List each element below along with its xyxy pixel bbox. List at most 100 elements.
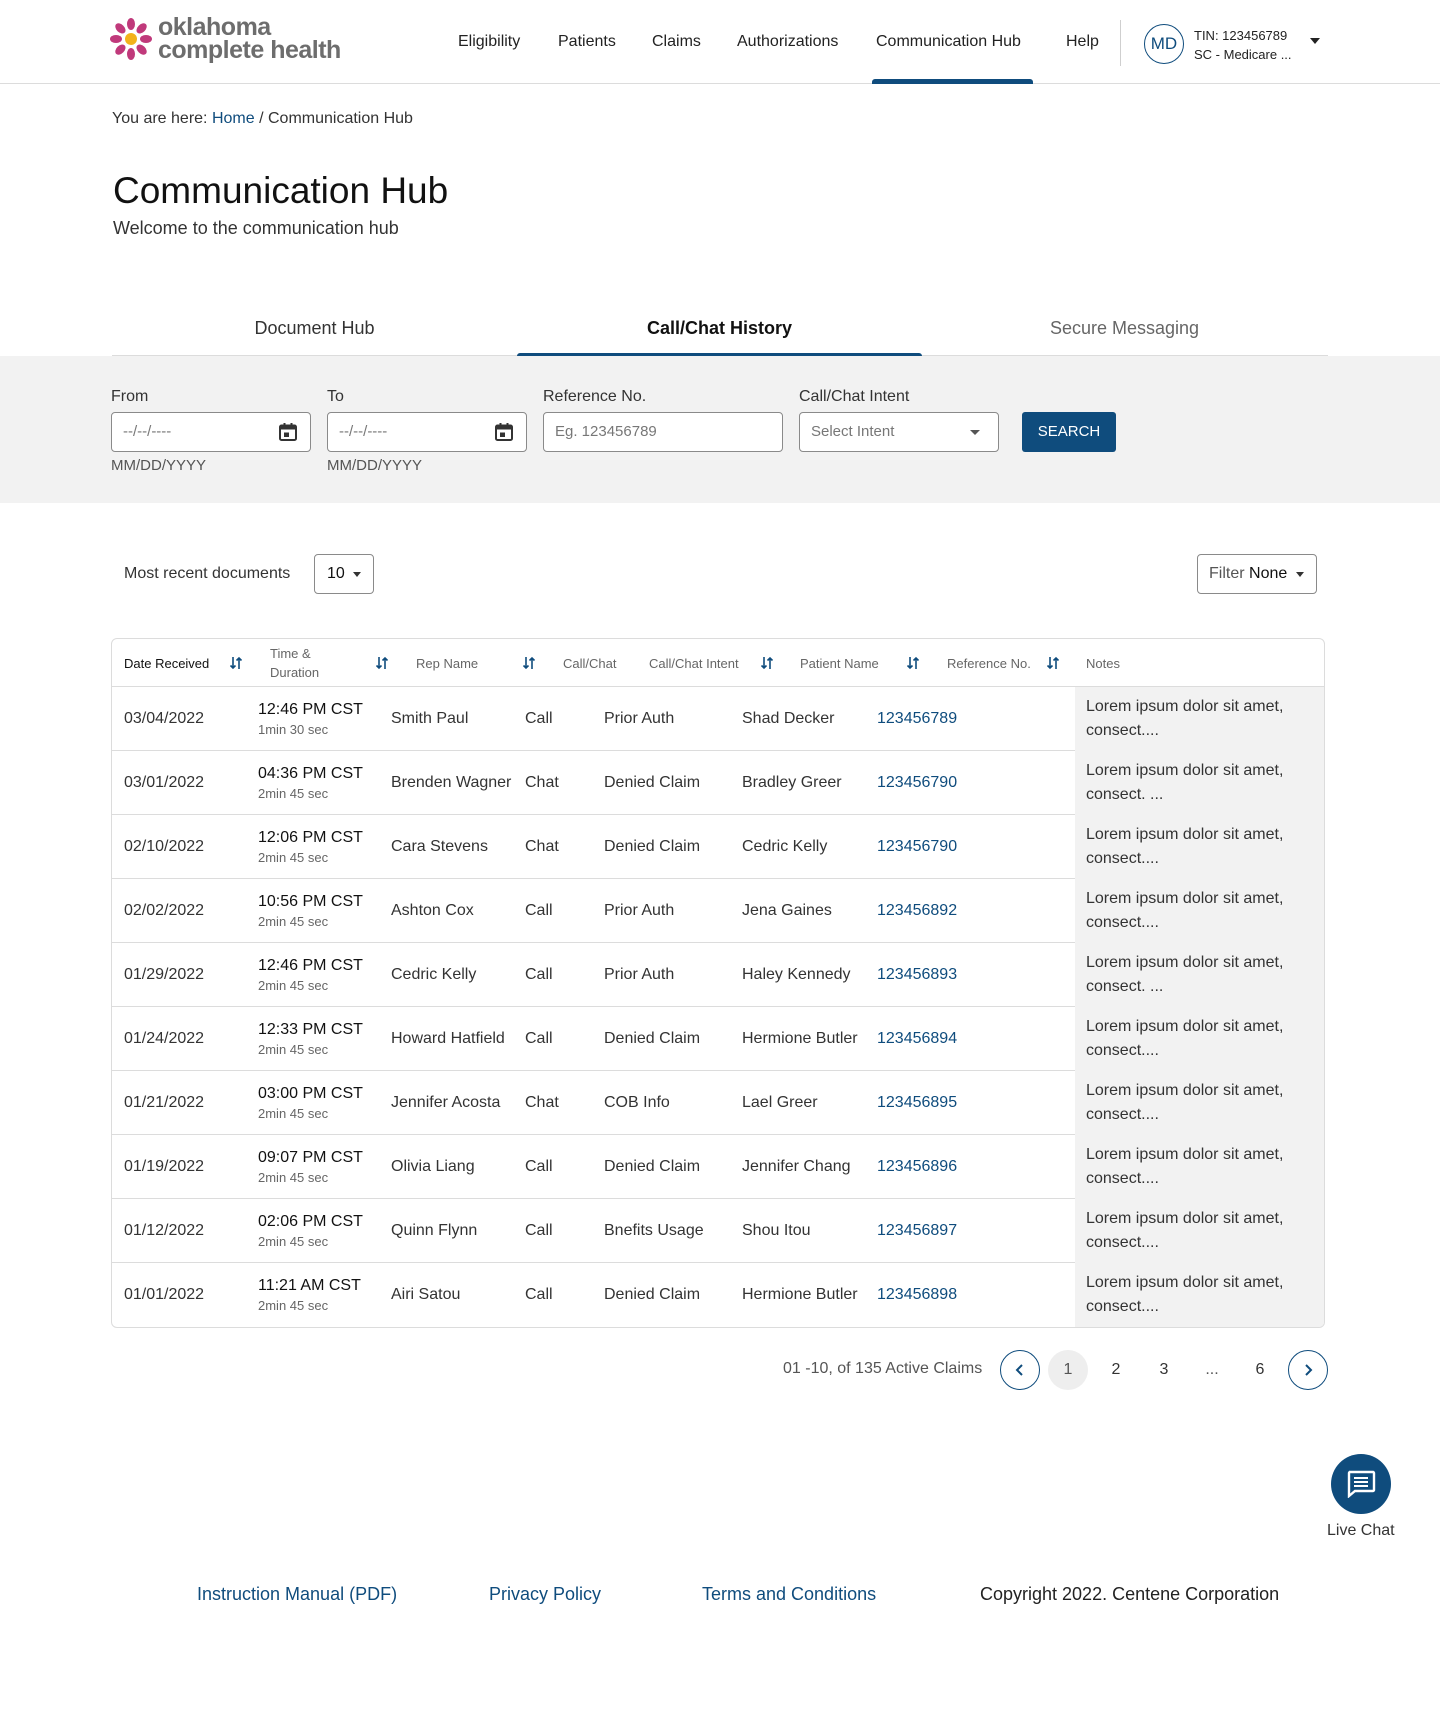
- sort-icon[interactable]: [760, 655, 774, 671]
- recent-documents-count-select[interactable]: 10: [314, 554, 374, 594]
- cell-notes: Lorem ipsum dolor sit amet, consect....: [1075, 815, 1324, 879]
- tab-document-hub[interactable]: Document Hub: [112, 300, 517, 356]
- cell-reference-number[interactable]: 123456893: [877, 943, 957, 1007]
- calendar-icon[interactable]: [278, 422, 298, 442]
- cell-reference-number[interactable]: 123456790: [877, 751, 957, 815]
- cell-date-received: 01/24/2022: [124, 1007, 204, 1071]
- cell-call-chat-text: Call: [525, 1222, 553, 1239]
- call-duration: 2min 45 sec: [258, 850, 329, 865]
- nav-claims[interactable]: Claims: [652, 0, 701, 84]
- cell-date-received: 01/12/2022: [124, 1199, 204, 1263]
- cell-call-chat-text: Chat: [525, 1094, 559, 1111]
- cell-reference-number-text[interactable]: 123456896: [877, 1158, 957, 1176]
- nav-eligibility[interactable]: Eligibility: [458, 0, 520, 84]
- cell-time-duration: 12:33 PM CST 2min 45 sec: [258, 1007, 363, 1071]
- account-info[interactable]: TIN: 123456789 SC - Medicare ...: [1194, 26, 1292, 64]
- call-duration: 2min 45 sec: [258, 1298, 329, 1313]
- cell-call-chat-intent-text: Denied Claim: [604, 774, 701, 791]
- cell-notes: Lorem ipsum dolor sit amet, consect....: [1075, 879, 1324, 943]
- tab-call-chat-history[interactable]: Call/Chat History: [517, 300, 922, 358]
- cell-call-chat-text: Call: [525, 966, 553, 983]
- cell-reference-number-text[interactable]: 123456789: [877, 710, 957, 728]
- cell-reference-number-text[interactable]: 123456790: [877, 774, 957, 792]
- previous-page-button[interactable]: [1000, 1350, 1040, 1390]
- cell-reference-number[interactable]: 123456790: [877, 815, 957, 879]
- brand-logo[interactable]: oklahoma complete health: [110, 15, 341, 63]
- cell-reference-number[interactable]: 123456896: [877, 1135, 957, 1199]
- cell-reference-number[interactable]: 123456895: [877, 1071, 957, 1135]
- cell-reference-number-text[interactable]: 123456898: [877, 1286, 957, 1304]
- cell-call-chat-text: Chat: [525, 838, 559, 855]
- from-date-input[interactable]: --/--/----: [111, 412, 311, 452]
- header-rep-name[interactable]: Rep Name: [416, 639, 478, 687]
- call-time: 12:46 PM CST: [258, 957, 363, 974]
- nav-communication-hub[interactable]: Communication Hub: [872, 0, 1033, 84]
- table-row: 01/21/2022 03:00 PM CST 2min 45 sec Jennife…: [112, 1071, 1324, 1135]
- cell-date-received-text: 02/02/2022: [124, 902, 205, 919]
- call-duration: 2min 45 sec: [258, 786, 329, 801]
- cell-reference-number[interactable]: 123456894: [877, 1007, 957, 1071]
- nav-patients[interactable]: Patients: [558, 0, 616, 84]
- call-time: 02:06 PM CST: [258, 1213, 363, 1230]
- cell-reference-number-text[interactable]: 123456895: [877, 1094, 957, 1112]
- cell-notes: Lorem ipsum dolor sit amet, consect....: [1075, 1199, 1324, 1263]
- cell-call-chat-intent: Prior Auth: [604, 879, 674, 943]
- sort-icon[interactable]: [906, 655, 920, 671]
- table-row: 01/19/2022 09:07 PM CST 2min 45 sec Olivia …: [112, 1135, 1324, 1199]
- sort-icon[interactable]: [1046, 655, 1060, 671]
- intent-select[interactable]: Select Intent: [799, 412, 999, 452]
- to-date-input[interactable]: --/--/----: [327, 412, 527, 452]
- page-title: Communication Hub: [113, 170, 449, 211]
- call-duration: 2min 45 sec: [258, 1042, 329, 1057]
- cell-call-chat: Call: [525, 687, 553, 751]
- cell-reference-number-text[interactable]: 123456894: [877, 1030, 957, 1048]
- cell-date-received-text: 01/12/2022: [124, 1222, 205, 1239]
- page-6-button[interactable]: 6: [1240, 1350, 1280, 1390]
- page-1-button[interactable]: 1: [1048, 1350, 1088, 1390]
- live-chat-button[interactable]: [1331, 1454, 1391, 1514]
- page-2-button[interactable]: 2: [1096, 1350, 1136, 1390]
- cell-reference-number-text[interactable]: 123456892: [877, 902, 957, 920]
- page-3-button[interactable]: 3: [1144, 1350, 1184, 1390]
- calendar-icon[interactable]: [494, 422, 514, 442]
- tab-secure-messaging[interactable]: Secure Messaging: [922, 300, 1327, 356]
- search-button[interactable]: SEARCH: [1022, 412, 1116, 452]
- header-patient-name[interactable]: Patient Name: [800, 639, 879, 687]
- cell-reference-number-text[interactable]: 123456790: [877, 838, 957, 856]
- footer-privacy-policy-link[interactable]: Privacy Policy: [489, 1584, 601, 1605]
- cell-call-chat: Chat: [525, 815, 559, 879]
- cell-call-chat: Chat: [525, 751, 559, 815]
- cell-reference-number-text[interactable]: 123456893: [877, 966, 957, 984]
- header-reference-number[interactable]: Reference No.: [947, 639, 1031, 687]
- user-avatar[interactable]: MD: [1144, 24, 1184, 64]
- sort-icon[interactable]: [375, 655, 389, 671]
- live-chat-label: Live Chat: [1327, 1522, 1395, 1539]
- cell-reference-number[interactable]: 123456789: [877, 687, 957, 751]
- table-row: 01/12/2022 02:06 PM CST 2min 45 sec Quinn F…: [112, 1199, 1324, 1263]
- breadcrumb-home-link[interactable]: Home: [212, 110, 255, 127]
- filter-dropdown[interactable]: Filter None: [1197, 554, 1317, 594]
- next-page-button[interactable]: [1288, 1350, 1328, 1390]
- cell-patient-name: Hermione Butler: [742, 1007, 858, 1071]
- cell-rep-name-text: Brenden Wagner: [391, 774, 512, 791]
- cell-call-chat-intent-text: Denied Claim: [604, 1158, 701, 1175]
- header-call-chat-intent[interactable]: Call/Chat Intent: [649, 639, 739, 687]
- nav-authorizations[interactable]: Authorizations: [737, 0, 838, 84]
- cell-notes-text: Lorem ipsum dolor sit amet, consect....: [1086, 1274, 1284, 1315]
- cell-reference-number[interactable]: 123456898: [877, 1263, 957, 1327]
- cell-reference-number[interactable]: 123456897: [877, 1199, 957, 1263]
- table-row: 03/01/2022 04:36 PM CST 2min 45 sec Brenden…: [112, 751, 1324, 815]
- sort-icon[interactable]: [229, 655, 243, 671]
- cell-reference-number-text[interactable]: 123456897: [877, 1222, 957, 1240]
- account-dropdown-caret-icon[interactable]: [1310, 38, 1320, 44]
- header-date-received[interactable]: Date Received: [124, 639, 209, 687]
- footer-instruction-manual-link[interactable]: Instruction Manual (PDF): [197, 1584, 397, 1605]
- cell-rep-name-text: Jennifer Acosta: [391, 1094, 501, 1111]
- cell-reference-number[interactable]: 123456892: [877, 879, 957, 943]
- reference-number-input[interactable]: Eg. 123456789: [543, 412, 783, 452]
- sort-icon[interactable]: [522, 655, 536, 671]
- header-time-duration[interactable]: Time & Duration: [270, 639, 319, 687]
- nav-divider: [1120, 20, 1121, 66]
- footer-terms-link[interactable]: Terms and Conditions: [702, 1584, 876, 1605]
- nav-help[interactable]: Help: [1066, 0, 1099, 84]
